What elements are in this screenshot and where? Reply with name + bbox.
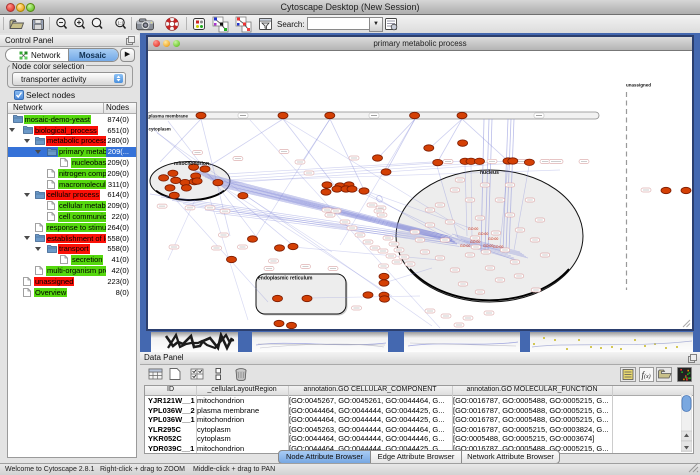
svg-text:mitochondrion: mitochondrion (174, 161, 209, 167)
svg-text:GO:00: GO:00 (470, 240, 480, 244)
svg-text:GO:00: GO:00 (460, 244, 470, 248)
svg-text:1:1: 1:1 (118, 21, 125, 26)
svg-text:endoplasmic reticulum: endoplasmic reticulum (258, 276, 313, 282)
svg-text:plasma membrane: plasma membrane (149, 114, 189, 119)
svg-text:GO:00: GO:00 (468, 227, 478, 231)
svg-text:GO:00: GO:00 (483, 244, 493, 248)
svg-text:GO:00: GO:00 (493, 245, 503, 249)
svg-text:GO:00: GO:00 (488, 237, 498, 241)
svg-text:unassigned: unassigned (626, 83, 651, 88)
svg-text:GO:00: GO:00 (478, 232, 488, 236)
svg-text:cytoplasm: cytoplasm (149, 127, 171, 132)
svg-text:nucleus: nucleus (480, 170, 499, 176)
